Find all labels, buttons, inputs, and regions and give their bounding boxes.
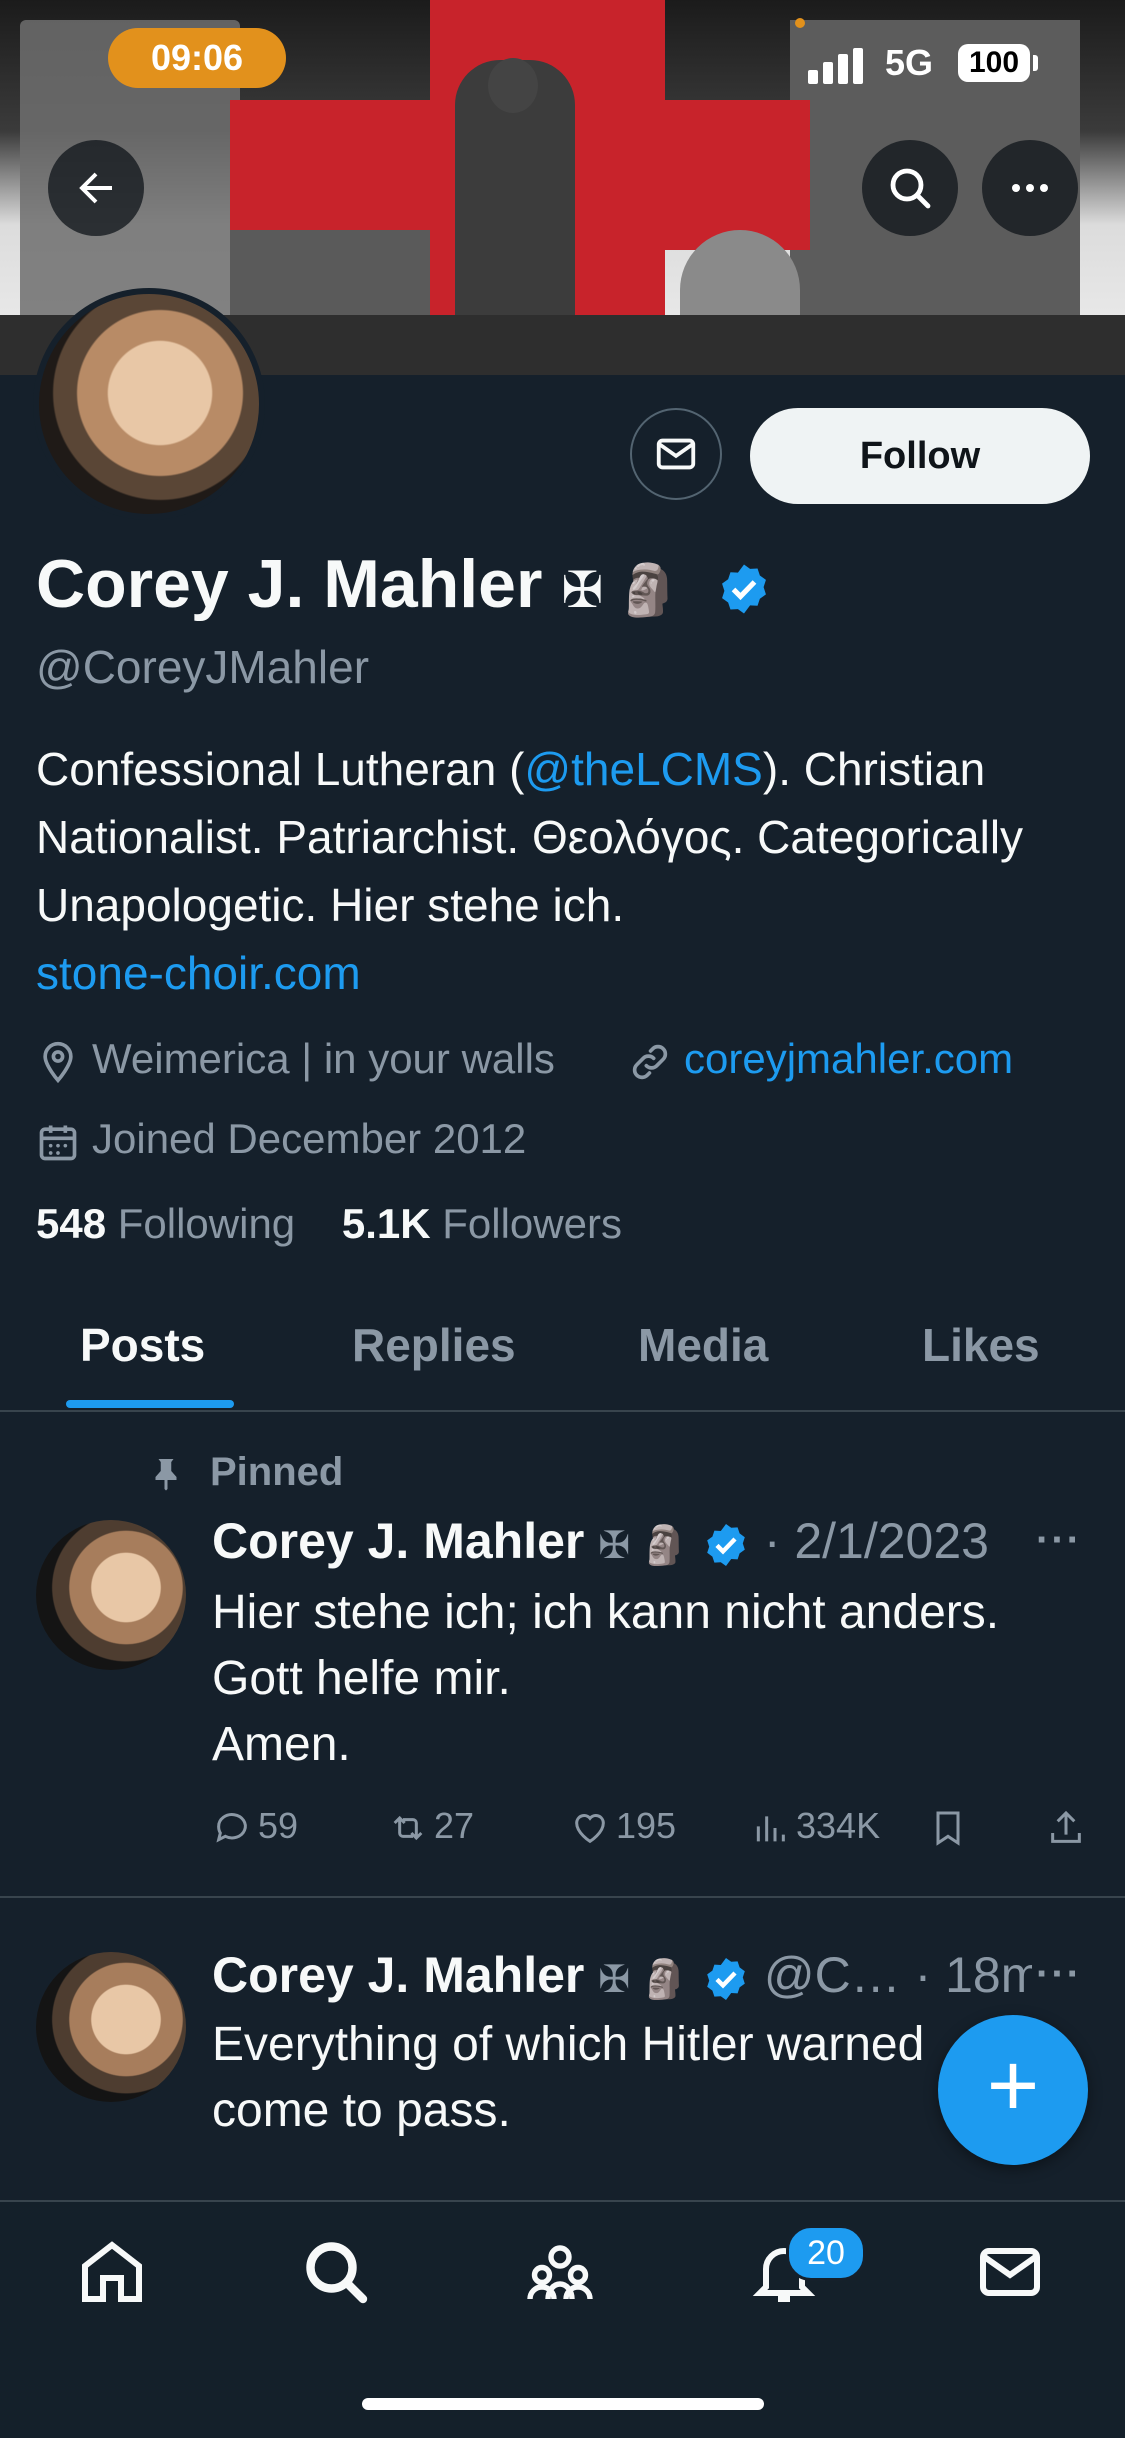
like-count: 195 bbox=[616, 1805, 677, 1846]
post-text: Hier stehe ich; ich kann nicht anders. G… bbox=[212, 1580, 1092, 1778]
search-button[interactable] bbox=[862, 140, 958, 236]
post-meta: · 2/1/2023 bbox=[763, 1513, 989, 1569]
home-indicator bbox=[362, 2398, 764, 2410]
followers-label: Followers bbox=[442, 1200, 622, 1247]
post-more-button[interactable]: ··· bbox=[1036, 1518, 1082, 1563]
more-icon bbox=[1012, 184, 1048, 192]
follow-stats: 548 Following 5.1K Followers bbox=[36, 1200, 622, 1248]
status-time: 09:06 bbox=[108, 28, 286, 88]
explore-search-icon[interactable] bbox=[300, 2236, 372, 2308]
following-count: 548 bbox=[36, 1200, 107, 1247]
profile-handle: @CoreyJMahler bbox=[36, 641, 370, 693]
post-author[interactable]: Corey J. Mahler bbox=[212, 1947, 584, 2003]
joined-text: Joined December 2012 bbox=[92, 1115, 527, 1162]
profile-location: Weimerica | in your walls bbox=[36, 1035, 555, 1084]
tab-media[interactable]: Media bbox=[638, 1318, 768, 1372]
battery-icon: 100 bbox=[958, 44, 1030, 82]
website-link[interactable]: coreyjmahler.com bbox=[684, 1035, 1013, 1082]
location-icon bbox=[43, 1041, 73, 1084]
active-tab-indicator bbox=[66, 1400, 234, 1408]
post-text-line: Hier stehe ich; ich kann nicht anders. bbox=[212, 1586, 1000, 1639]
communities-icon[interactable] bbox=[524, 2236, 596, 2308]
location-text: Weimerica | in your walls bbox=[92, 1035, 555, 1082]
back-button[interactable] bbox=[48, 140, 144, 236]
profile-joined: Joined December 2012 bbox=[36, 1115, 526, 1164]
post-text-line: Amen. bbox=[212, 1718, 351, 1771]
post-author[interactable]: Corey J. Mahler bbox=[212, 1513, 584, 1569]
post-text-line: Gott helfe mir. bbox=[212, 1652, 511, 1705]
tabs-divider bbox=[0, 1410, 1125, 1412]
following-label: Following bbox=[117, 1200, 296, 1247]
status-indicator-dot bbox=[795, 18, 805, 28]
views-icon bbox=[756, 1816, 785, 1842]
follow-button[interactable]: Follow bbox=[750, 408, 1090, 504]
profile-name: Corey J. Mahler ✠ 🗿 bbox=[36, 545, 772, 623]
post-divider bbox=[0, 1896, 1125, 1898]
post-author-suffix: ✠ 🗿 bbox=[598, 1525, 688, 1567]
more-options-button[interactable] bbox=[982, 140, 1078, 236]
mail-icon bbox=[656, 438, 696, 470]
messages-icon[interactable] bbox=[974, 2236, 1046, 2308]
like-button[interactable]: 195 bbox=[570, 1805, 676, 1848]
pinned-label: Pinned bbox=[210, 1450, 344, 1494]
verified-icon bbox=[707, 1523, 745, 1566]
pin-icon bbox=[155, 1459, 177, 1491]
tab-replies[interactable]: Replies bbox=[352, 1318, 516, 1372]
bio-website-link[interactable]: stone-choir.com bbox=[36, 947, 361, 999]
banner-statue-head bbox=[488, 58, 538, 113]
repost-button[interactable]: 27 bbox=[388, 1805, 474, 1848]
bookmark-icon bbox=[936, 1811, 960, 1847]
post-header: Corey J. Mahler ✠ 🗿 · 2/1/2023 bbox=[212, 1512, 989, 1570]
post-avatar[interactable] bbox=[36, 1520, 186, 1670]
profile-bio: Confessional Lutheran (@theLCMS). Christ… bbox=[36, 735, 1096, 1007]
post-more-button[interactable]: ··· bbox=[1036, 1952, 1082, 1997]
like-icon bbox=[575, 1814, 605, 1844]
post-text: Everything of which Hitler warned come t… bbox=[212, 2012, 972, 2144]
bookmark-button[interactable] bbox=[928, 1805, 974, 1848]
repost-count: 27 bbox=[434, 1805, 475, 1846]
reply-icon bbox=[216, 1813, 247, 1843]
home-icon[interactable] bbox=[76, 2236, 148, 2308]
network-type: 5G bbox=[885, 42, 934, 83]
compose-post-button[interactable]: + bbox=[938, 2015, 1088, 2165]
verified-icon bbox=[707, 1957, 745, 2000]
back-arrow-icon bbox=[79, 172, 112, 204]
views-count: 334K bbox=[796, 1805, 881, 1846]
search-icon bbox=[890, 168, 931, 209]
battery-tip bbox=[1033, 55, 1038, 71]
post-meta: @C… · 18m bbox=[763, 1947, 1032, 2003]
share-icon bbox=[1051, 1811, 1081, 1844]
notification-badge: 20 bbox=[786, 2225, 866, 2281]
views-button[interactable]: 334K bbox=[750, 1805, 880, 1848]
message-button[interactable] bbox=[630, 408, 722, 500]
post-avatar[interactable] bbox=[36, 1952, 186, 2102]
post-author-suffix: ✠ 🗿 bbox=[598, 1959, 688, 2001]
tab-likes[interactable]: Likes bbox=[922, 1318, 1040, 1372]
following-link[interactable]: 548 Following bbox=[36, 1200, 295, 1247]
post-header: Corey J. Mahler ✠ 🗿 @C… · 18m bbox=[212, 1946, 1032, 2004]
bio-text-start: Confessional Lutheran ( bbox=[36, 743, 525, 795]
followers-link[interactable]: 5.1K Followers bbox=[342, 1200, 622, 1247]
compose-plus-icon: + bbox=[986, 2036, 1040, 2136]
profile-name-text: Corey J. Mahler bbox=[36, 546, 543, 622]
link-icon bbox=[632, 1044, 668, 1080]
tab-posts[interactable]: Posts bbox=[80, 1318, 205, 1372]
signal-icon bbox=[808, 48, 864, 84]
repost-icon bbox=[393, 1816, 423, 1841]
calendar-icon bbox=[39, 1125, 77, 1161]
verified-icon[interactable] bbox=[716, 561, 772, 617]
profile-website[interactable]: coreyjmahler.com bbox=[628, 1035, 1013, 1084]
post-text-line: come to pass. bbox=[212, 2084, 511, 2137]
share-button[interactable] bbox=[1046, 1805, 1092, 1848]
bio-mention-link[interactable]: @theLCMS bbox=[524, 743, 762, 795]
post-text-line: Everything of which Hitler warned bbox=[212, 2018, 925, 2071]
reply-button[interactable]: 59 bbox=[212, 1805, 298, 1848]
reply-count: 59 bbox=[258, 1805, 299, 1846]
followers-count: 5.1K bbox=[341, 1200, 431, 1247]
profile-name-suffix: ✠ 🗿 bbox=[561, 562, 680, 618]
profile-avatar[interactable] bbox=[33, 288, 265, 520]
